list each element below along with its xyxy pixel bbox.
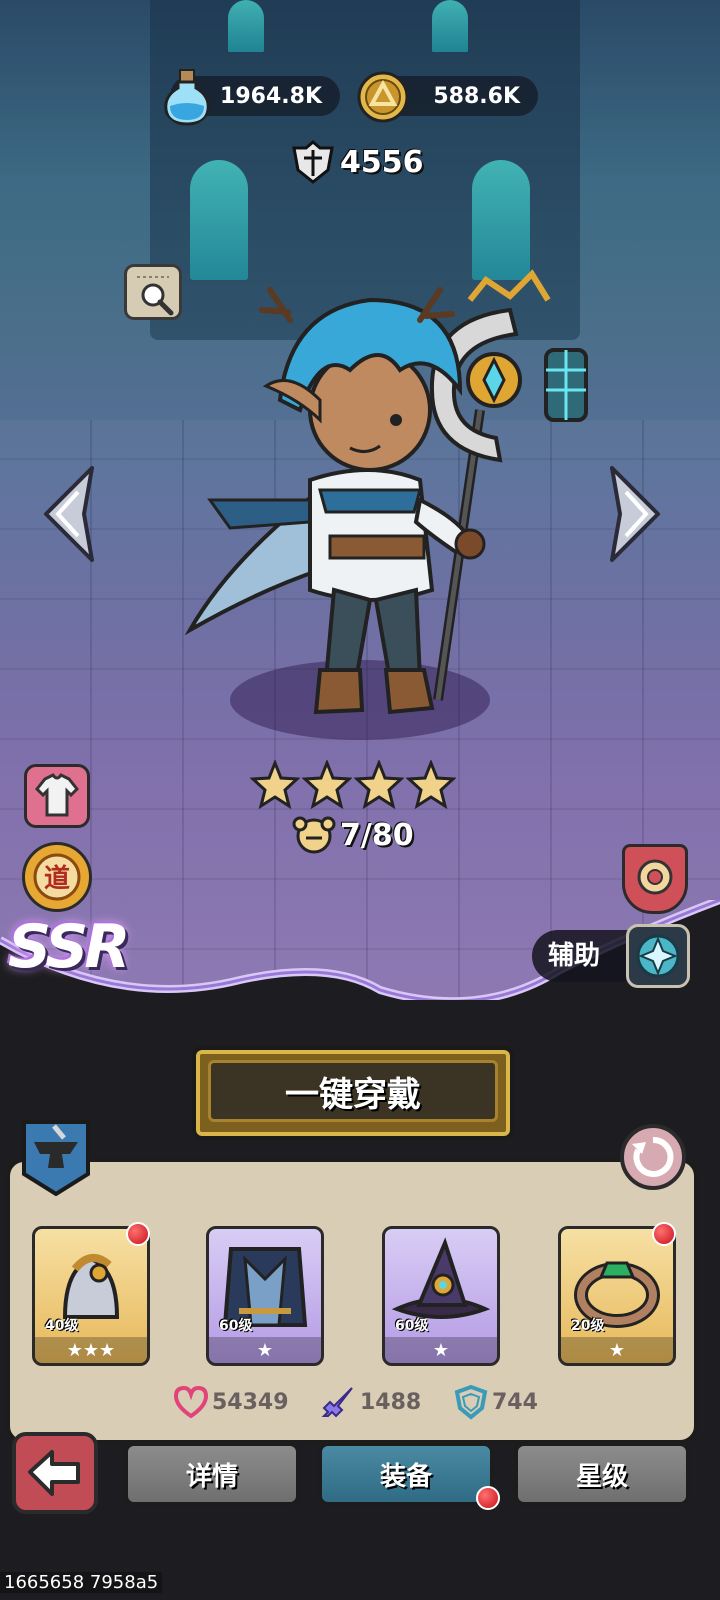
equipment-stars: ★ (385, 1337, 497, 1363)
previous-hero-arrow-icon[interactable] (38, 462, 98, 566)
star-icon (250, 760, 300, 810)
tab-equipment-label: 装备 (379, 1461, 432, 1492)
stat-def: 744 (452, 1384, 538, 1420)
shirt-icon (34, 773, 80, 817)
equipment-slot-helmet[interactable]: 40级 ★★★ (32, 1226, 150, 1366)
equipment-slot-ring[interactable]: 20级 ★ (558, 1226, 676, 1366)
reset-button[interactable] (620, 1124, 686, 1190)
equipment-stars: ★★★ (35, 1337, 147, 1363)
hero-fragment-counter: 7/80 (292, 814, 414, 856)
equipment-stars: ★ (209, 1337, 321, 1363)
equipment-stars: ★ (561, 1337, 673, 1363)
combat-power-icon (292, 140, 334, 184)
stat-atk-value: 1488 (360, 1389, 422, 1415)
reset-circular-icon (632, 1136, 674, 1177)
anvil-forge-icon[interactable] (20, 1118, 92, 1196)
tab-details-label: 详情 (185, 1461, 238, 1492)
combat-power: 4556 (290, 140, 424, 184)
back-arrow-icon (28, 1450, 80, 1496)
equipment-slot-armor[interactable]: 60级 ★ (206, 1226, 324, 1366)
star-icon (354, 760, 404, 810)
notification-dot (476, 1486, 500, 1510)
gold-coin-icon (357, 71, 409, 123)
equipment-level: 60级 (219, 1318, 253, 1334)
heart-icon (173, 1385, 209, 1419)
castle-window (228, 0, 264, 52)
notification-dot (652, 1222, 676, 1246)
tab-details[interactable]: 详情 (124, 1442, 300, 1506)
equip-all-inner: 一键穿戴 (208, 1060, 498, 1122)
star-icon (302, 760, 352, 810)
next-hero-arrow-icon[interactable] (606, 462, 666, 566)
hero-star-rating (250, 760, 456, 810)
tab-star-label: 星级 (575, 1461, 628, 1492)
equipment-slot-hat[interactable]: 60级 ★ (382, 1226, 500, 1366)
fragment-icon (292, 816, 336, 854)
role-support-icon[interactable] (626, 924, 690, 988)
back-button[interactable] (12, 1432, 98, 1514)
fragment-value: 7/80 (340, 817, 414, 853)
star-icon (406, 760, 456, 810)
equipment-level: 20级 (571, 1318, 605, 1334)
hero-character-sprite[interactable] (170, 260, 610, 730)
stat-hp-value: 54349 (212, 1389, 289, 1415)
shield-icon (454, 1384, 488, 1420)
notification-dot (126, 1222, 150, 1246)
skin-button[interactable] (24, 764, 90, 828)
sword-icon (321, 1387, 353, 1418)
stat-def-value: 744 (492, 1389, 538, 1415)
coin-value: 588.6K (433, 83, 520, 109)
rarity-badge: SSR (8, 912, 130, 982)
potion-flask-icon (164, 69, 210, 126)
stat-atk: 1488 (320, 1384, 421, 1420)
equip-all-label: 一键穿戴 (285, 1074, 421, 1115)
equipment-level: 40级 (45, 1318, 79, 1334)
equipment-level: 60级 (395, 1318, 429, 1334)
castle-window (432, 0, 468, 52)
tab-equipment[interactable]: 装备 (318, 1442, 494, 1506)
combat-power-value: 4556 (340, 144, 424, 180)
build-id: 1665658 7958a5 (0, 1572, 163, 1593)
svg-text:道: 道 (44, 863, 70, 894)
potion-value: 1964.8K (220, 83, 322, 109)
stat-hp: 54349 (172, 1384, 289, 1420)
tab-star[interactable]: 星级 (514, 1442, 690, 1506)
equip-all-button[interactable]: 一键穿戴 (192, 1046, 514, 1140)
